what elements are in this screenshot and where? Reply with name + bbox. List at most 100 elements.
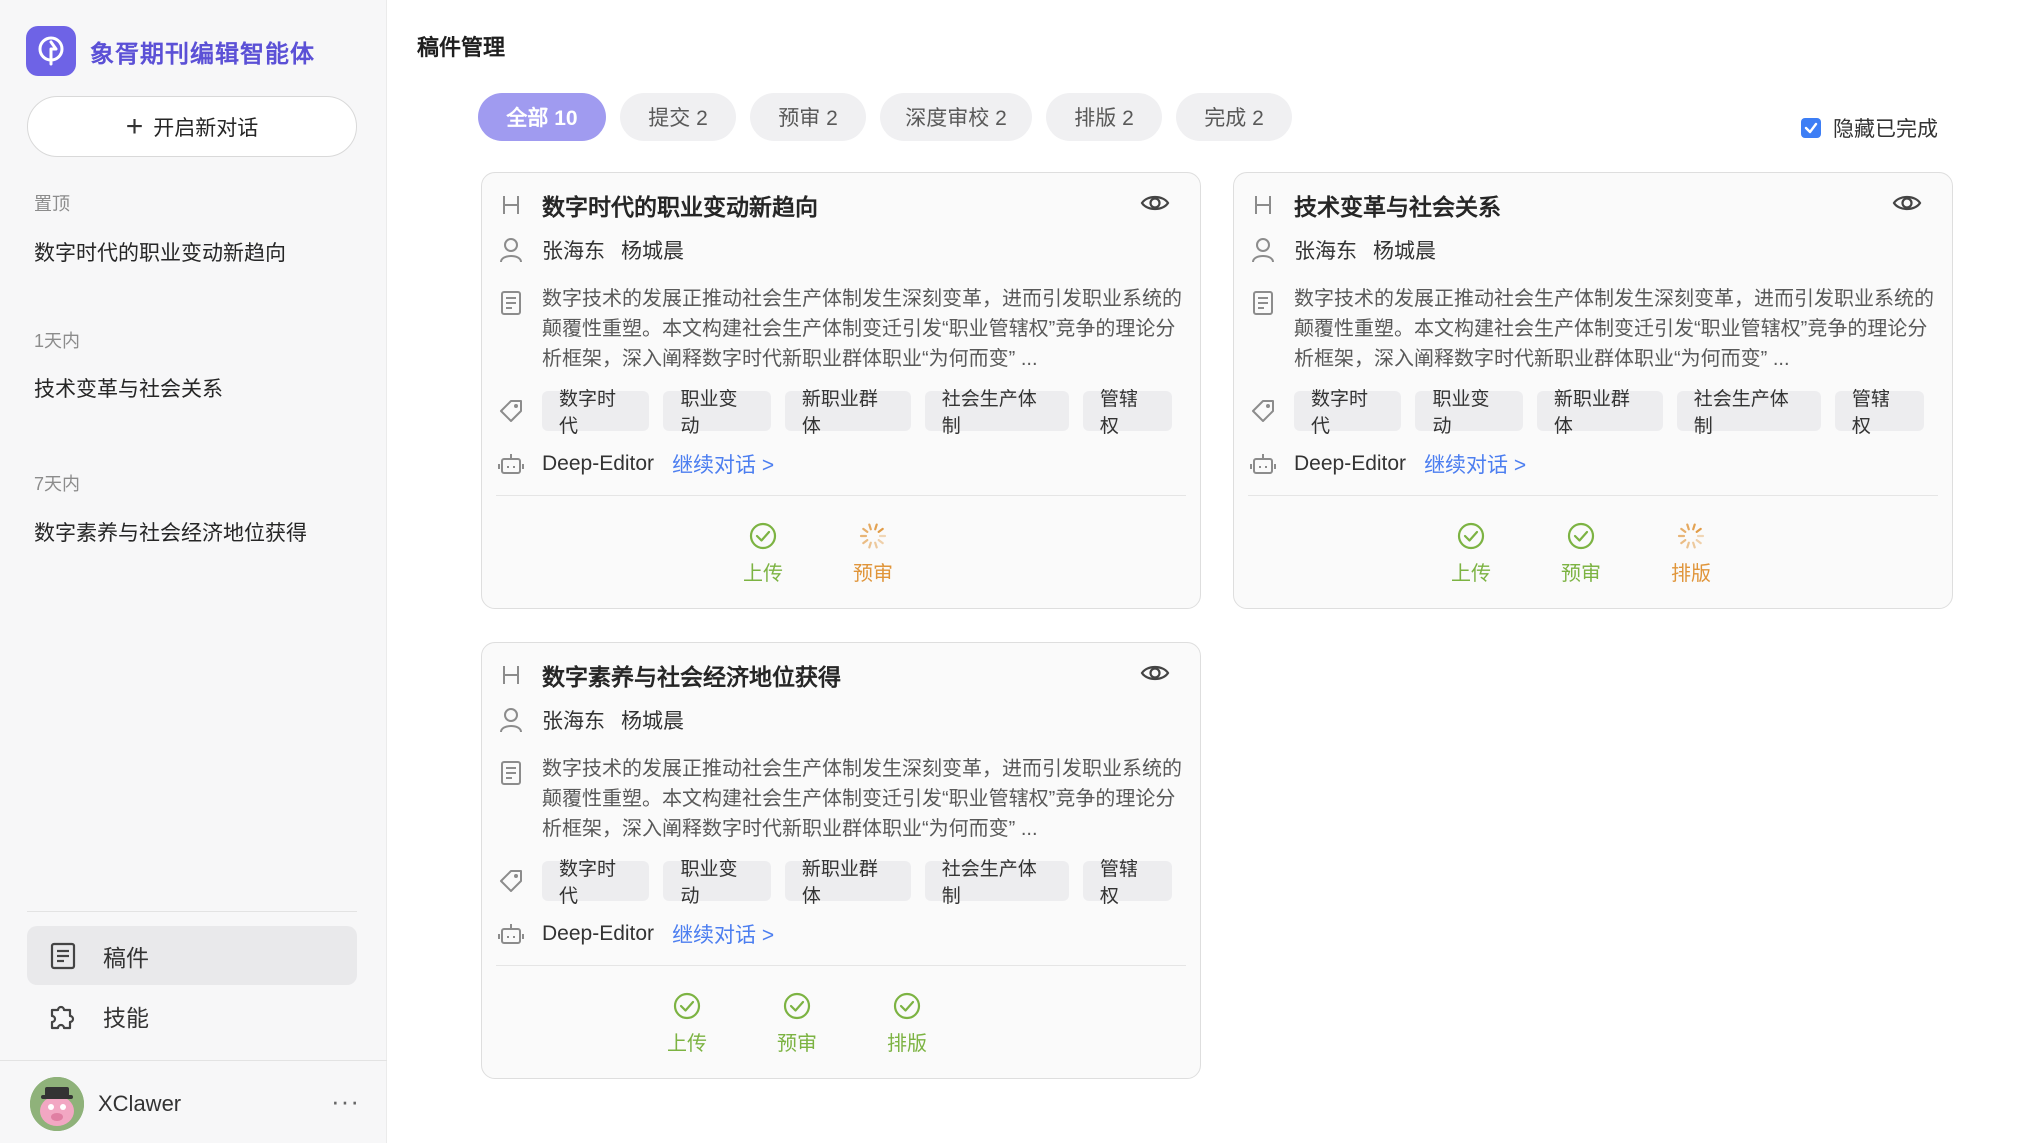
user-name: XClawer <box>98 1091 182 1116</box>
brand-logo-icon <box>26 26 76 76</box>
more-options-icon[interactable]: ··· <box>331 1086 360 1117</box>
stage-pending: 排版 <box>1636 521 1746 586</box>
history-item[interactable]: 数字时代的职业变动新趋向 <box>34 237 286 267</box>
eye-icon[interactable] <box>1890 188 1924 218</box>
history-group-label: 7天内 <box>34 474 81 494</box>
tag[interactable]: 数字时代 <box>542 389 650 437</box>
tag[interactable]: 职业变动 <box>663 389 771 437</box>
author-name: 杨城晨 <box>621 710 684 733</box>
tag[interactable]: 职业变动 <box>663 859 771 907</box>
stage-label: 排版 <box>887 1033 927 1055</box>
author-name: 杨城晨 <box>1373 240 1436 263</box>
tag[interactable]: 社会生产体制 <box>924 389 1069 437</box>
tag-icon <box>1248 396 1278 426</box>
continue-chat-link[interactable]: 继续对话 > <box>672 919 774 949</box>
tag[interactable]: 社会生产体制 <box>924 859 1069 907</box>
agent-name: Deep-Editor <box>542 922 655 945</box>
eye-icon[interactable] <box>1138 658 1172 688</box>
user-icon <box>496 705 526 735</box>
user-profile[interactable]: XClawer ··· <box>30 1076 360 1132</box>
hide-completed-label: 隐藏已完成 <box>1833 118 1938 141</box>
sidebar-item-label: 技能 <box>103 1004 149 1031</box>
tag-list: 数字时代 职业变动 新职业群体 社会生产体制 管辖权 <box>542 859 1186 907</box>
tag[interactable]: 数字时代 <box>1294 389 1402 437</box>
tag[interactable]: 数字时代 <box>542 859 650 907</box>
stage-done: 上传 <box>632 991 742 1056</box>
abstract-icon <box>496 288 526 318</box>
author-name: 杨城晨 <box>621 240 684 263</box>
history-item[interactable]: 数字素养与社会经济地位获得 <box>34 517 307 547</box>
new-chat-button[interactable]: + 开启新对话 <box>27 96 357 157</box>
heading-icon <box>1248 190 1278 220</box>
author-name: 张海东 <box>1294 240 1357 263</box>
sidebar-item-manuscripts[interactable]: 稿件 <box>27 926 357 985</box>
tag[interactable]: 管辖权 <box>1082 859 1172 907</box>
brand[interactable]: 象胥期刊编辑智能体 <box>26 26 315 76</box>
author-name: 张海东 <box>542 710 605 733</box>
tab-deep-review[interactable]: 深度审校 2 <box>880 93 1032 141</box>
card-title[interactable]: 数字素养与社会经济地位获得 <box>542 658 841 692</box>
avatar[interactable] <box>30 1077 84 1131</box>
tag[interactable]: 新职业群体 <box>784 389 911 437</box>
hide-completed-toggle[interactable]: 隐藏已完成 <box>1801 113 1938 143</box>
stage-label: 排版 <box>1671 563 1711 585</box>
check-circle-icon <box>782 991 812 1021</box>
manuscript-card[interactable]: 数字素养与社会经济地位获得 张海东 杨城晨 数字技术的发展正推动社会生产体制发生深… <box>481 642 1201 1079</box>
sidebar: 象胥期刊编辑智能体 + 开启新对话 置顶 数字时代的职业变动新趋向 1天内 技术… <box>0 0 387 1143</box>
card-abstract: 数字技术的发展正推动社会生产体制发生深刻变革，进而引发职业系统的颠覆性重塑。本文… <box>542 288 1182 370</box>
tab-typesetting[interactable]: 排版 2 <box>1046 93 1162 141</box>
tab-submitted[interactable]: 提交 2 <box>620 93 736 141</box>
history-item[interactable]: 技术变革与社会关系 <box>34 373 223 403</box>
continue-chat-link[interactable]: 继续对话 > <box>1424 449 1526 479</box>
card-authors: 张海东 杨城晨 <box>542 705 700 735</box>
tag[interactable]: 新职业群体 <box>1536 389 1663 437</box>
tag[interactable]: 管辖权 <box>1082 389 1172 437</box>
stage-label: 预审 <box>777 1033 817 1055</box>
tab-all[interactable]: 全部 10 <box>478 93 606 141</box>
stage-label: 预审 <box>1561 563 1601 585</box>
stage-label: 上传 <box>1451 563 1491 585</box>
card-title[interactable]: 技术变革与社会关系 <box>1294 188 1501 222</box>
tag[interactable]: 管辖权 <box>1834 389 1924 437</box>
tag-list: 数字时代 职业变动 新职业群体 社会生产体制 管辖权 <box>1294 389 1938 437</box>
brand-name: 象胥期刊编辑智能体 <box>90 40 315 68</box>
progress-stages: 上传 预审 <box>708 521 928 586</box>
tab-pre-review[interactable]: 预审 2 <box>750 93 866 141</box>
stage-label: 预审 <box>853 563 893 585</box>
tag-icon <box>496 866 526 896</box>
manuscript-card[interactable]: 数字时代的职业变动新趋向 张海东 杨城晨 数字技术的发展正推动社会生产体制发生深刻… <box>481 172 1201 609</box>
tag[interactable]: 新职业群体 <box>784 859 911 907</box>
tag-list: 数字时代 职业变动 新职业群体 社会生产体制 管辖权 <box>542 389 1186 437</box>
new-chat-label: 开启新对话 <box>153 116 259 140</box>
tab-completed[interactable]: 完成 2 <box>1176 93 1292 141</box>
check-circle-icon <box>892 991 922 1021</box>
eye-icon[interactable] <box>1138 188 1172 218</box>
history-group-label: 1天内 <box>34 331 81 351</box>
card-divider <box>496 495 1186 496</box>
heading-icon <box>496 660 526 690</box>
card-authors: 张海东 杨城晨 <box>1294 235 1452 265</box>
user-icon <box>496 235 526 265</box>
check-circle-icon <box>1456 521 1486 551</box>
agent-name: Deep-Editor <box>1294 452 1407 475</box>
card-abstract: 数字技术的发展正推动社会生产体制发生深刻变革，进而引发职业系统的颠覆性重塑。本文… <box>542 758 1182 840</box>
sidebar-item-label: 稿件 <box>103 944 149 971</box>
stage-label: 上传 <box>743 563 783 585</box>
stage-done: 上传 <box>708 521 818 586</box>
stage-done: 上传 <box>1416 521 1526 586</box>
check-circle-icon <box>672 991 702 1021</box>
user-icon <box>1248 235 1278 265</box>
robot-icon <box>1248 449 1278 479</box>
card-title[interactable]: 数字时代的职业变动新趋向 <box>542 188 818 222</box>
progress-stages: 上传 预审 排版 <box>1416 521 1746 586</box>
sidebar-item-skills[interactable]: 技能 <box>27 986 357 1045</box>
tag[interactable]: 社会生产体制 <box>1676 389 1821 437</box>
card-authors: 张海东 杨城晨 <box>542 235 700 265</box>
card-divider <box>496 965 1186 966</box>
user-divider <box>0 1060 387 1061</box>
manuscript-card[interactable]: 技术变革与社会关系 张海东 杨城晨 数字技术的发展正推动社会生产体制发生深刻变革，… <box>1233 172 1953 609</box>
continue-chat-link[interactable]: 继续对话 > <box>672 449 774 479</box>
tag[interactable]: 职业变动 <box>1415 389 1523 437</box>
checkbox-checked-icon[interactable] <box>1801 118 1821 138</box>
heading-icon <box>496 190 526 220</box>
